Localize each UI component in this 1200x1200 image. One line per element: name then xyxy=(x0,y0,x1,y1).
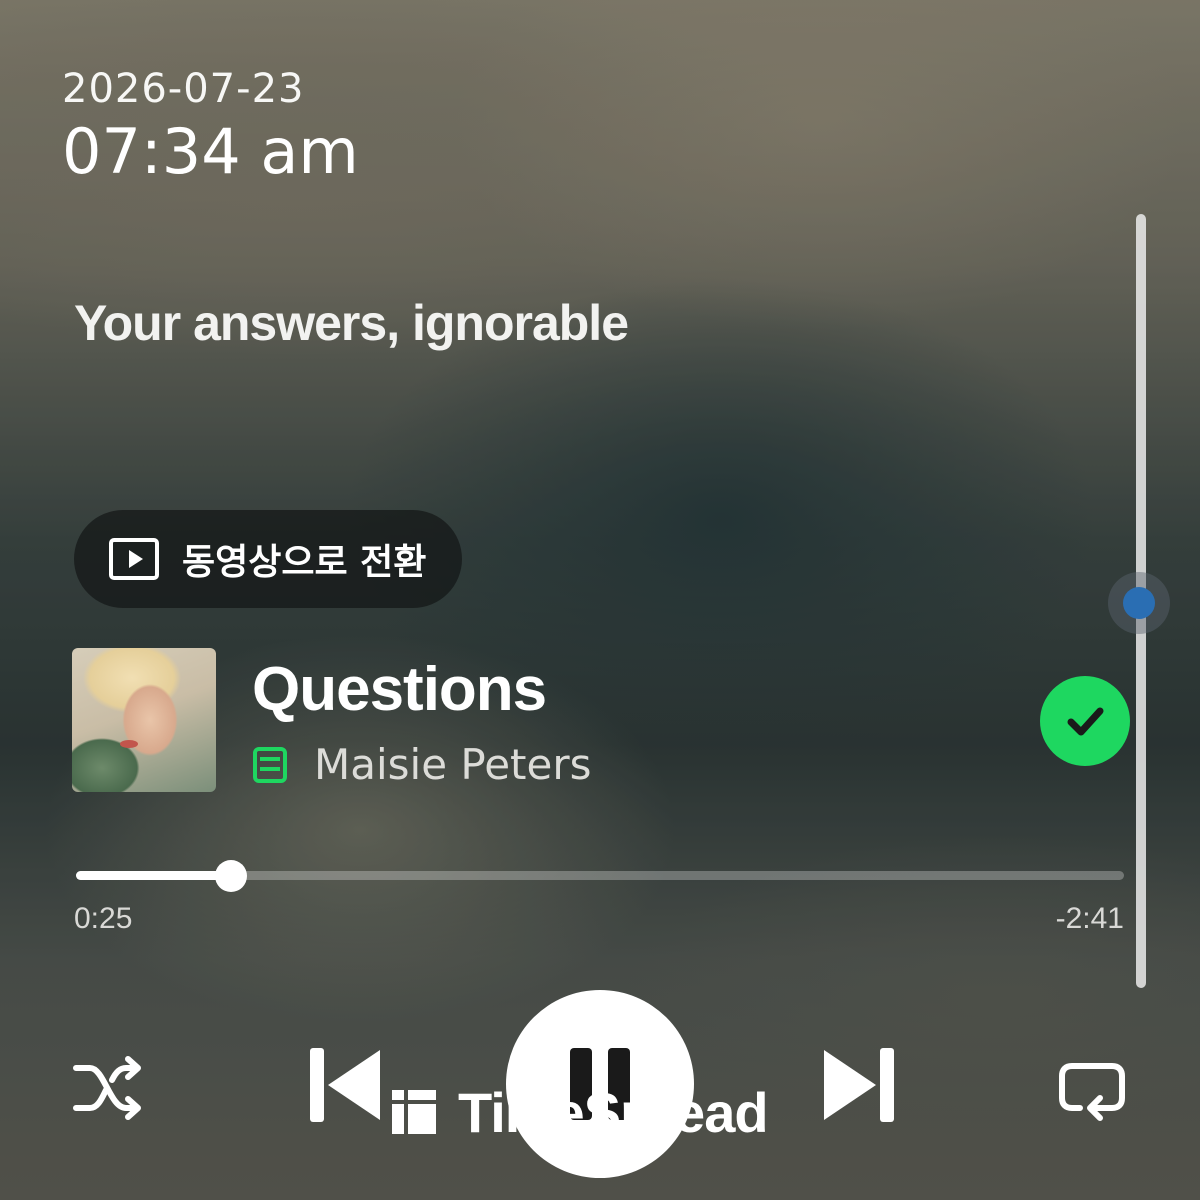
track-info: Questions Maisie Peters xyxy=(72,648,1132,792)
shuffle-icon xyxy=(73,1056,141,1120)
time-label: 07:34 am xyxy=(62,115,359,188)
play-square-icon xyxy=(109,538,159,580)
timespread-watermark: TimeSpread xyxy=(390,1080,769,1144)
artist-line: Maisie Peters xyxy=(252,740,592,789)
saved-to-library-button[interactable] xyxy=(1040,676,1130,766)
watermark-text: TimeSpread xyxy=(458,1080,769,1144)
repeat-button[interactable] xyxy=(1054,1050,1130,1126)
skip-previous-icon xyxy=(310,1048,380,1122)
shuffle-button[interactable] xyxy=(70,1050,146,1126)
current-lyric-line[interactable]: Your answers, ignorable xyxy=(74,294,629,352)
status-clock: 2026-07-23 07:34 am xyxy=(62,66,359,188)
progress-knob[interactable] xyxy=(215,860,248,892)
switch-to-video-button[interactable]: 동영상으로 전환 xyxy=(74,510,462,608)
remaining-time: -2:41 xyxy=(1055,902,1124,935)
timespread-logo-icon xyxy=(392,1090,436,1134)
playback-progress-slider[interactable] xyxy=(76,860,1124,892)
check-icon xyxy=(1067,707,1104,736)
artist-name[interactable]: Maisie Peters xyxy=(314,740,592,789)
repeat-icon xyxy=(1059,1063,1125,1121)
album-art-detail xyxy=(120,740,138,748)
lyrics-scrollbar-thumb[interactable] xyxy=(1108,572,1170,634)
date-label: 2026-07-23 xyxy=(62,66,305,112)
previous-track-button[interactable] xyxy=(306,1042,384,1128)
lyrics-badge-icon xyxy=(253,746,287,783)
switch-to-video-label: 동영상으로 전환 xyxy=(182,542,427,583)
album-art[interactable] xyxy=(72,648,216,792)
next-track-button[interactable] xyxy=(820,1042,898,1128)
elapsed-time: 0:25 xyxy=(74,902,133,935)
skip-next-icon xyxy=(824,1048,894,1122)
track-title[interactable]: Questions xyxy=(252,654,547,725)
progress-fill xyxy=(76,871,232,880)
